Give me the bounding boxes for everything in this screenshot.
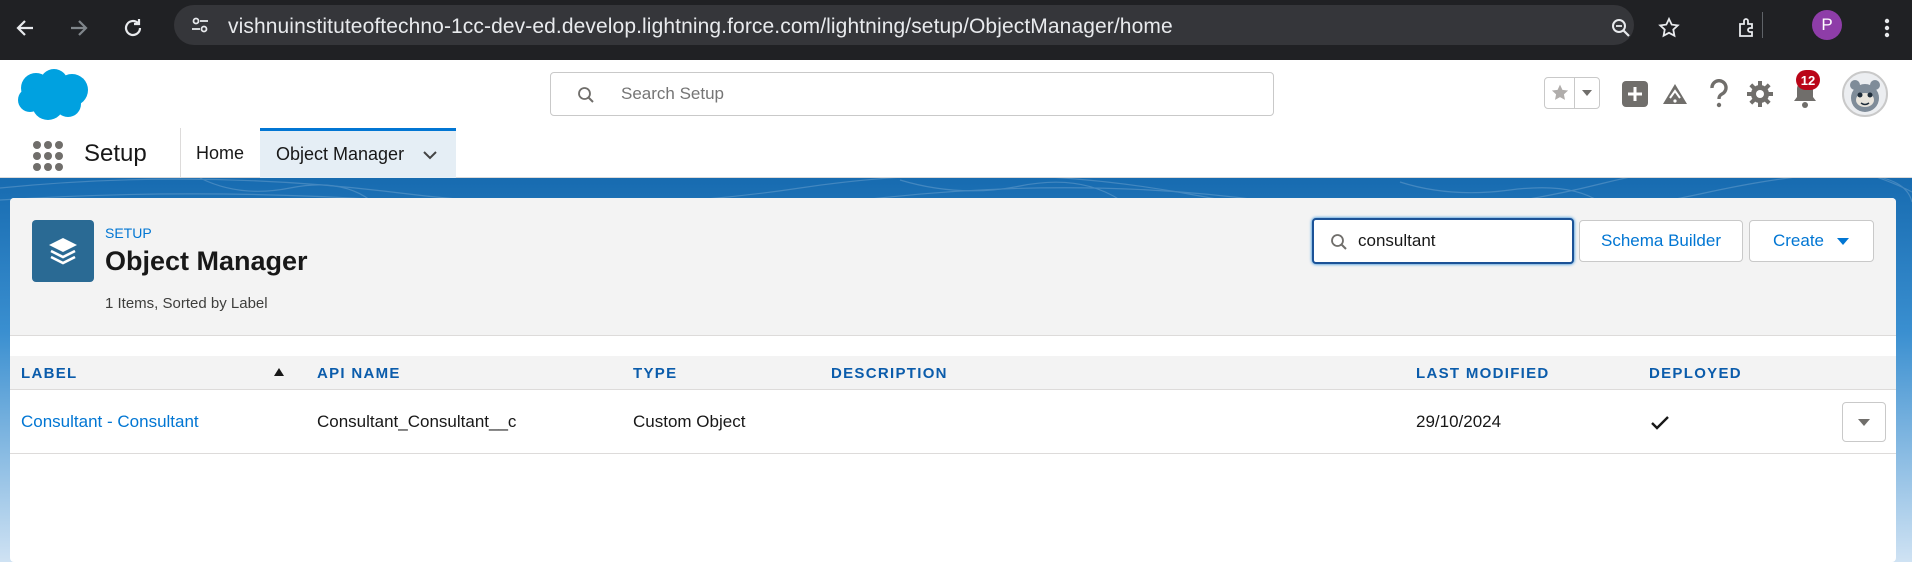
browser-chrome: vishnuinstituteoftechno-1cc-dev-ed.devel… — [0, 0, 1912, 60]
forward-icon[interactable] — [62, 11, 96, 45]
last-modified-cell: 29/10/2024 — [1416, 412, 1502, 431]
tab-object-manager[interactable]: Object Manager — [260, 128, 456, 178]
favorite-star-icon[interactable] — [1545, 78, 1575, 108]
search-icon — [1331, 234, 1347, 250]
page-header: SETUP Object Manager 1 Items, Sorted by … — [10, 198, 1896, 336]
column-header-description[interactable]: DESCRIPTION — [831, 365, 948, 382]
quick-find-box[interactable] — [1312, 218, 1574, 264]
profile-avatar[interactable]: P — [1812, 10, 1842, 40]
search-setup-input[interactable] — [621, 84, 1221, 104]
checkmark-icon — [1651, 416, 1669, 430]
app-launcher-icon[interactable] — [30, 138, 63, 171]
address-bar[interactable]: vishnuinstituteoftechno-1cc-dev-ed.devel… — [174, 5, 1634, 45]
back-icon[interactable] — [8, 11, 42, 45]
breadcrumb-setup[interactable]: SETUP — [105, 225, 152, 241]
table-header: LABEL API NAME TYPE DESCRIPTION LAST MOD… — [10, 356, 1896, 390]
create-button[interactable]: Create — [1749, 220, 1874, 262]
object-label-link[interactable]: Consultant - Consultant — [21, 412, 199, 432]
bookmark-star-icon[interactable] — [1652, 11, 1686, 45]
tab-home[interactable]: Home — [180, 128, 260, 178]
sort-ascending-icon[interactable] — [274, 368, 284, 376]
app-navigation-bar: Setup Home Object Manager — [0, 128, 1912, 178]
create-button-label: Create — [1772, 231, 1825, 250]
reload-icon[interactable] — [116, 11, 150, 45]
search-icon — [578, 87, 594, 103]
schema-builder-button[interactable]: Schema Builder — [1579, 220, 1743, 262]
chevron-down-icon[interactable] — [422, 150, 438, 160]
app-name: Setup — [84, 140, 147, 167]
column-header-last-modified[interactable]: LAST MODIFIED — [1416, 365, 1550, 382]
favorites-control[interactable] — [1544, 77, 1600, 109]
user-avatar[interactable] — [1842, 71, 1888, 117]
page-title: Object Manager — [105, 246, 308, 276]
more-menu-icon[interactable] — [1870, 11, 1904, 45]
extensions-icon[interactable] — [1730, 11, 1764, 45]
global-actions-icon[interactable] — [1616, 75, 1654, 113]
layers-icon — [32, 220, 94, 282]
notification-count-badge: 12 — [1796, 70, 1820, 90]
salesforce-logo[interactable] — [14, 66, 92, 122]
column-header-label[interactable]: LABEL — [21, 365, 78, 382]
global-header: 12 — [0, 60, 1912, 128]
api-name-cell: Consultant_Consultant__c — [317, 412, 517, 431]
tab-object-manager-label: Object Manager — [276, 144, 405, 164]
favorites-dropdown-icon[interactable] — [1575, 78, 1599, 108]
type-cell: Custom Object — [633, 412, 746, 431]
chevron-down-icon — [1858, 418, 1870, 426]
setup-gear-icon[interactable] — [1741, 75, 1779, 113]
zoom-icon[interactable] — [1604, 11, 1638, 45]
column-header-type[interactable]: TYPE — [633, 365, 677, 382]
table-row: Consultant - Consultant Consultant_Consu… — [10, 390, 1896, 454]
items-summary: 1 Items, Sorted by Label — [105, 295, 268, 312]
column-header-api-name[interactable]: API NAME — [317, 365, 401, 382]
caret-down-icon — [1837, 237, 1850, 245]
column-header-deployed[interactable]: DEPLOYED — [1649, 365, 1742, 382]
trailhead-guidance-icon[interactable] — [1656, 75, 1694, 113]
help-icon[interactable] — [1700, 75, 1738, 113]
row-actions-button[interactable] — [1842, 402, 1886, 442]
url-text[interactable]: vishnuinstituteoftechno-1cc-dev-ed.devel… — [228, 15, 1173, 39]
toolbar-divider — [1762, 12, 1763, 38]
quick-find-input[interactable] — [1358, 231, 1558, 251]
site-settings-icon[interactable] — [188, 13, 212, 37]
search-setup-box[interactable] — [550, 72, 1274, 116]
